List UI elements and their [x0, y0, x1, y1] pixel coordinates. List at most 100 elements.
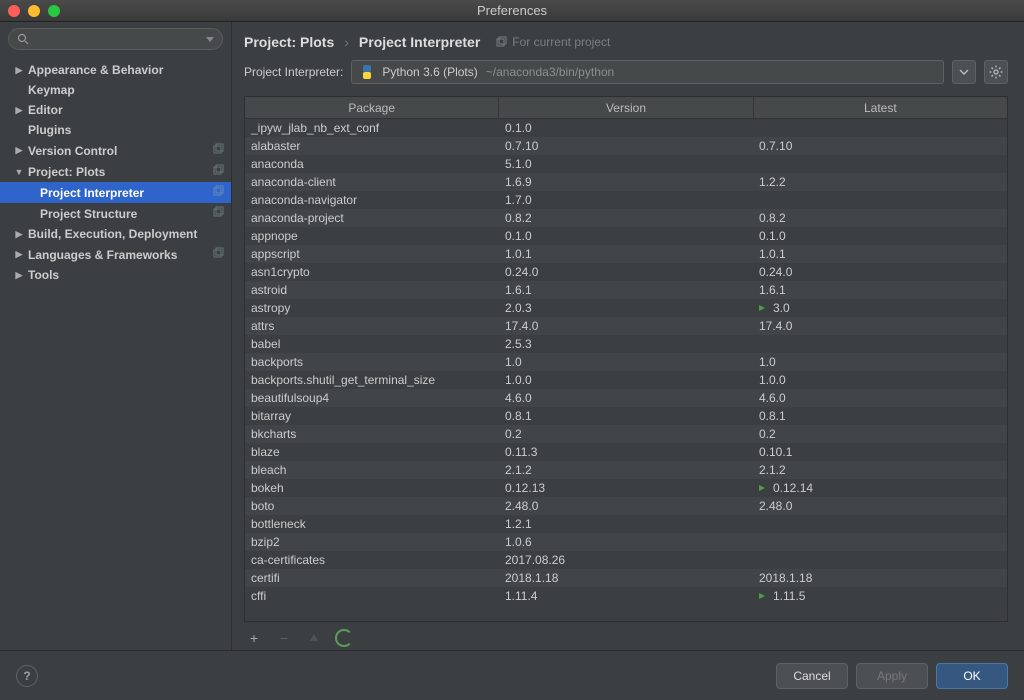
- tree-arrow-icon: ▶: [14, 249, 24, 260]
- table-row[interactable]: certifi2018.1.182018.1.18: [245, 569, 1007, 587]
- sidebar-item-project-structure[interactable]: Project Structure: [0, 203, 231, 224]
- cancel-button[interactable]: Cancel: [776, 663, 848, 689]
- cell-version: 4.6.0: [499, 391, 753, 405]
- cell-version: 1.11.4: [499, 589, 753, 603]
- add-package-button[interactable]: +: [244, 628, 264, 648]
- table-row[interactable]: appscript1.0.11.0.1: [245, 245, 1007, 263]
- conda-button[interactable]: [334, 628, 354, 648]
- sidebar-item-version-control[interactable]: ▶Version Control: [0, 140, 231, 161]
- cell-package: asn1crypto: [245, 265, 499, 279]
- table-row[interactable]: beautifulsoup44.6.04.6.0: [245, 389, 1007, 407]
- sidebar-item-keymap[interactable]: Keymap: [0, 80, 231, 100]
- table-row[interactable]: backports1.01.0: [245, 353, 1007, 371]
- cell-version: 1.0: [499, 355, 753, 369]
- sidebar-item-project-interpreter[interactable]: Project Interpreter: [0, 182, 231, 203]
- project-scope-icon: [213, 185, 225, 200]
- sidebar-item-label: Project Structure: [40, 207, 137, 221]
- table-row[interactable]: bzip21.0.6: [245, 533, 1007, 551]
- table-row[interactable]: cffi1.11.41.11.5: [245, 587, 1007, 605]
- table-row[interactable]: ca-certificates2017.08.26: [245, 551, 1007, 569]
- project-scope-icon: [213, 206, 225, 221]
- cell-version: 0.12.13: [499, 481, 753, 495]
- cell-latest: 0.10.1: [753, 445, 1007, 459]
- sidebar-item-label: Appearance & Behavior: [28, 63, 163, 77]
- search-input[interactable]: [8, 28, 223, 50]
- column-latest[interactable]: Latest: [754, 97, 1007, 118]
- cell-package: anaconda-navigator: [245, 193, 499, 207]
- apply-button[interactable]: Apply: [856, 663, 928, 689]
- table-row[interactable]: astropy2.0.33.0: [245, 299, 1007, 317]
- tree-arrow-icon: ▶: [14, 229, 24, 240]
- table-row[interactable]: attrs17.4.017.4.0: [245, 317, 1007, 335]
- remove-package-button[interactable]: −: [274, 628, 294, 648]
- sidebar-item-editor[interactable]: ▶Editor: [0, 100, 231, 120]
- table-row[interactable]: _ipyw_jlab_nb_ext_conf0.1.0: [245, 119, 1007, 137]
- cell-package: beautifulsoup4: [245, 391, 499, 405]
- interpreter-settings-button[interactable]: [984, 60, 1008, 84]
- sidebar-item-languages-frameworks[interactable]: ▶ Languages & Frameworks: [0, 244, 231, 265]
- cell-latest: 4.6.0: [753, 391, 1007, 405]
- cell-package: bottleneck: [245, 517, 499, 531]
- cell-latest: 1.11.5: [753, 589, 1007, 603]
- table-row[interactable]: bleach2.1.22.1.2: [245, 461, 1007, 479]
- cell-package: anaconda-client: [245, 175, 499, 189]
- cell-latest: 0.7.10: [753, 139, 1007, 153]
- sidebar-item-build-execution-deployment[interactable]: ▶Build, Execution, Deployment: [0, 224, 231, 244]
- project-scope-icon: [213, 164, 225, 179]
- cell-latest: 1.6.1: [753, 283, 1007, 297]
- upgrade-package-button[interactable]: [304, 628, 324, 648]
- table-row[interactable]: bitarray0.8.10.8.1: [245, 407, 1007, 425]
- upgrade-arrow-icon: [759, 303, 769, 313]
- table-row[interactable]: anaconda-client1.6.91.2.2: [245, 173, 1007, 191]
- table-row[interactable]: anaconda-navigator1.7.0: [245, 191, 1007, 209]
- column-package[interactable]: Package: [245, 97, 499, 118]
- search-icon: [17, 33, 29, 45]
- cell-version: 0.8.2: [499, 211, 753, 225]
- sidebar: ▶Appearance & BehaviorKeymap▶EditorPlugi…: [0, 22, 232, 650]
- ok-button[interactable]: OK: [936, 663, 1008, 689]
- sidebar-item-plugins[interactable]: Plugins: [0, 120, 231, 140]
- table-row[interactable]: blaze0.11.30.10.1: [245, 443, 1007, 461]
- column-version[interactable]: Version: [499, 97, 753, 118]
- cell-latest: 0.8.1: [753, 409, 1007, 423]
- cell-latest: 0.12.14: [753, 481, 1007, 495]
- cell-latest: 0.24.0: [753, 265, 1007, 279]
- table-row[interactable]: backports.shutil_get_terminal_size1.0.01…: [245, 371, 1007, 389]
- cell-package: bzip2: [245, 535, 499, 549]
- interpreter-dropdown-toggle[interactable]: [952, 60, 976, 84]
- cell-version: 1.0.1: [499, 247, 753, 261]
- tree-arrow-icon: ▶: [14, 145, 24, 156]
- sidebar-item-project-plots[interactable]: ▼Project: Plots: [0, 161, 231, 182]
- table-row[interactable]: bottleneck1.2.1: [245, 515, 1007, 533]
- cell-version: 17.4.0: [499, 319, 753, 333]
- table-row[interactable]: astroid1.6.11.6.1: [245, 281, 1007, 299]
- titlebar: Preferences: [0, 0, 1024, 22]
- table-row[interactable]: asn1crypto0.24.00.24.0: [245, 263, 1007, 281]
- help-button[interactable]: ?: [16, 665, 38, 687]
- interpreter-path: ~/anaconda3/bin/python: [486, 65, 614, 79]
- sidebar-item-appearance-behavior[interactable]: ▶Appearance & Behavior: [0, 60, 231, 80]
- table-row[interactable]: anaconda5.1.0: [245, 155, 1007, 173]
- cell-version: 2.48.0: [499, 499, 753, 513]
- cell-latest: 1.0: [753, 355, 1007, 369]
- table-row[interactable]: alabaster0.7.100.7.10: [245, 137, 1007, 155]
- sidebar-item-tools[interactable]: ▶Tools: [0, 265, 231, 285]
- cell-version: 0.24.0: [499, 265, 753, 279]
- cell-package: ca-certificates: [245, 553, 499, 567]
- packages-table: Package Version Latest _ipyw_jlab_nb_ext…: [244, 96, 1008, 622]
- table-row[interactable]: anaconda-project0.8.20.8.2: [245, 209, 1007, 227]
- sidebar-item-label: Languages & Frameworks: [28, 248, 177, 262]
- cell-package: anaconda-project: [245, 211, 499, 225]
- project-scope-icon: [496, 36, 508, 48]
- table-row[interactable]: bokeh0.12.130.12.14: [245, 479, 1007, 497]
- table-row[interactable]: bkcharts0.20.2: [245, 425, 1007, 443]
- cell-version: 2.1.2: [499, 463, 753, 477]
- cell-version: 0.1.0: [499, 121, 753, 135]
- table-row[interactable]: appnope0.1.00.1.0: [245, 227, 1007, 245]
- cell-version: 0.2: [499, 427, 753, 441]
- table-row[interactable]: boto2.48.02.48.0: [245, 497, 1007, 515]
- conda-ring-icon: [335, 629, 353, 647]
- cell-version: 5.1.0: [499, 157, 753, 171]
- table-row[interactable]: babel2.5.3: [245, 335, 1007, 353]
- interpreter-dropdown[interactable]: Python 3.6 (Plots) ~/anaconda3/bin/pytho…: [351, 60, 944, 84]
